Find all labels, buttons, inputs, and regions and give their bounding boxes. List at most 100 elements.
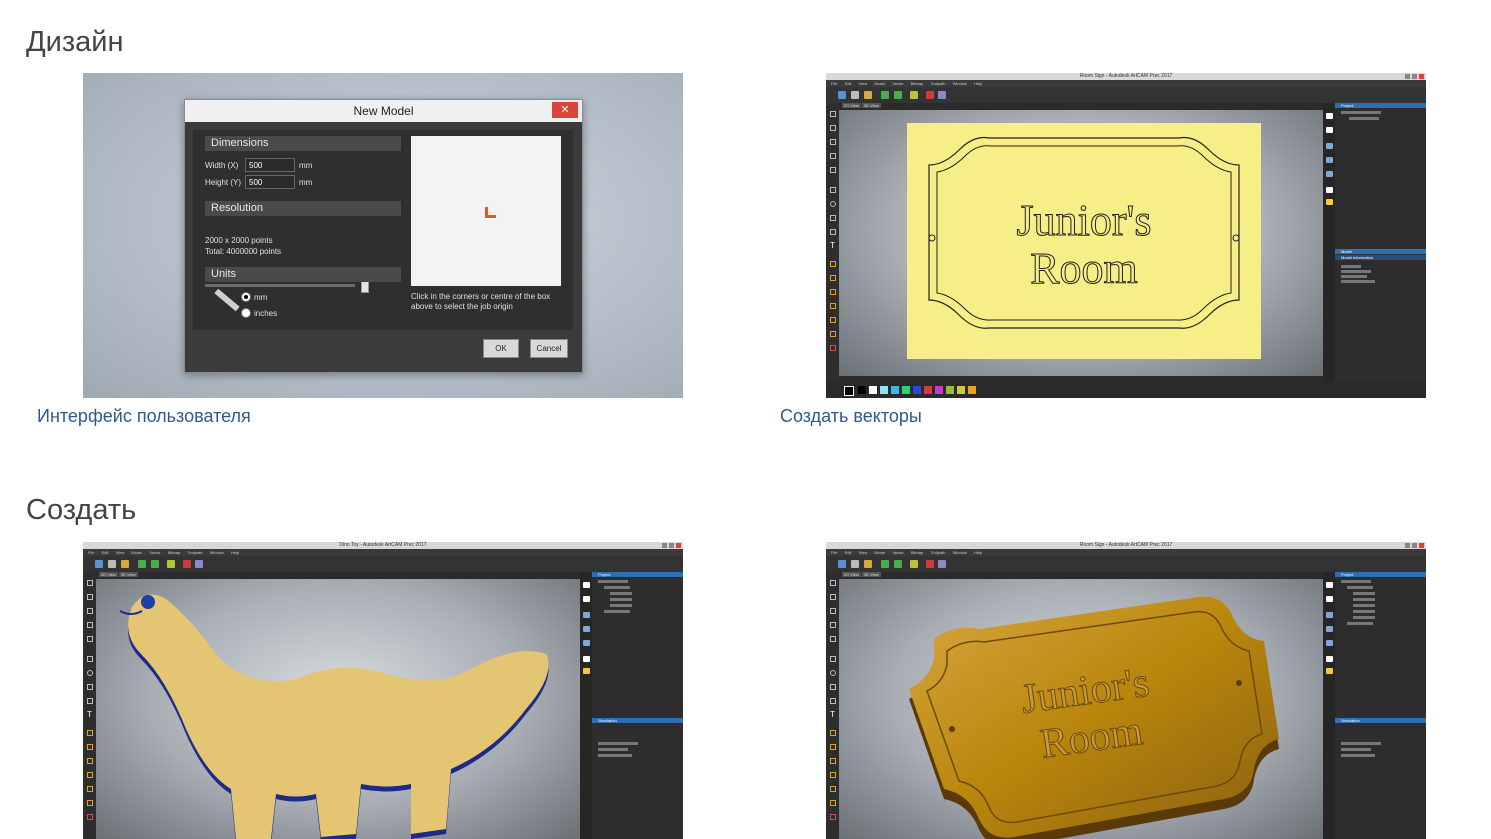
save-icon[interactable]	[838, 91, 846, 99]
zoom-icon[interactable]	[1326, 596, 1333, 602]
delete-tool-icon[interactable]	[830, 345, 836, 351]
node-tool-icon[interactable]	[87, 594, 93, 600]
offset-tool-icon[interactable]	[830, 261, 836, 267]
width-input[interactable]: 500	[245, 158, 295, 172]
menu-vector[interactable]: Vector	[892, 81, 903, 86]
tree-item[interactable]	[1353, 616, 1375, 619]
caption-create-vectors[interactable]: Создать векторы	[780, 406, 922, 427]
shade-icon[interactable]	[1326, 157, 1333, 163]
text-icon[interactable]	[926, 560, 934, 568]
tree-item[interactable]	[598, 580, 628, 583]
menu-file[interactable]: File	[831, 81, 837, 86]
thumbnail-dino-toy[interactable]: Dino Toy - Autodesk ArtCAM Prec 2017 Fil…	[83, 542, 683, 839]
tree-item[interactable]	[1347, 622, 1373, 625]
sim-option[interactable]	[598, 742, 638, 745]
bezier-tool-icon[interactable]	[830, 622, 836, 628]
menu-model[interactable]: Model	[874, 81, 885, 86]
tab-3d-view[interactable]: 3D View	[861, 572, 881, 577]
cancel-button[interactable]: Cancel	[530, 339, 568, 358]
layers-icon[interactable]	[1326, 113, 1333, 119]
offset-tool-icon[interactable]	[87, 730, 93, 736]
rectangle-tool-icon[interactable]	[830, 656, 836, 662]
tree-item[interactable]	[610, 598, 632, 601]
menu-toolpath[interactable]: Toolpath	[930, 81, 945, 86]
menu-model[interactable]: Model	[874, 550, 885, 555]
sim-option[interactable]	[1341, 754, 1375, 757]
menu-edit[interactable]: Edit	[845, 550, 852, 555]
fillet-tool-icon[interactable]	[830, 786, 836, 792]
weld-tool-icon[interactable]	[87, 744, 93, 750]
select-tool-icon[interactable]	[830, 580, 836, 586]
material-icon[interactable]	[1326, 199, 1333, 205]
save-icon[interactable]	[838, 560, 846, 568]
mirror-tool-icon[interactable]	[830, 331, 836, 337]
tree-item[interactable]	[1353, 604, 1375, 607]
circle-tool-icon[interactable]	[87, 670, 93, 676]
swatch[interactable]	[858, 386, 866, 394]
menu-window[interactable]: Window	[210, 550, 224, 555]
sim-option[interactable]	[598, 748, 628, 751]
sim-option[interactable]	[598, 754, 632, 757]
text-tool-icon[interactable]: T	[830, 242, 836, 250]
circle-tool-icon[interactable]	[830, 201, 836, 207]
shape-tool-icon[interactable]	[830, 636, 836, 642]
material-icon[interactable]	[1326, 668, 1333, 674]
menu-bitmap[interactable]: Bitmap	[168, 550, 180, 555]
bezier-tool-icon[interactable]	[87, 622, 93, 628]
thumbnail-user-interface[interactable]: New Model ✕ Dimensions Width (X) 500 mm …	[83, 73, 683, 398]
tree-item[interactable]	[1353, 592, 1375, 595]
menu-window[interactable]: Window	[953, 81, 967, 86]
menu-edit[interactable]: Edit	[845, 81, 852, 86]
tree-item[interactable]	[1353, 610, 1375, 613]
mirror-tool-icon[interactable]	[830, 800, 836, 806]
add-square-icon[interactable]	[151, 560, 159, 568]
circle-tool-icon[interactable]	[830, 670, 836, 676]
mirror-tool-icon[interactable]	[87, 800, 93, 806]
menu-view[interactable]: View	[859, 81, 868, 86]
menu-window[interactable]: Window	[953, 550, 967, 555]
tree-item[interactable]	[1341, 111, 1381, 114]
trim-tool-icon[interactable]	[87, 758, 93, 764]
pen-tool-icon[interactable]	[830, 608, 836, 614]
copy-icon[interactable]	[1326, 656, 1333, 662]
viewport-3d[interactable]: Junior's Room	[839, 579, 1323, 839]
join-tool-icon[interactable]	[830, 772, 836, 778]
arc-tool-icon[interactable]	[830, 698, 836, 704]
height-input[interactable]: 500	[245, 175, 295, 189]
tab-2d-view[interactable]: 2D View	[842, 572, 861, 577]
node-tool-icon[interactable]	[830, 594, 836, 600]
check-icon[interactable]	[910, 91, 918, 99]
origin-preview-box[interactable]	[411, 136, 561, 286]
fillet-tool-icon[interactable]	[830, 317, 836, 323]
wireframe-icon[interactable]	[1326, 171, 1333, 177]
pen-tool-icon[interactable]	[830, 139, 836, 145]
undo-icon[interactable]	[851, 91, 859, 99]
text-tool-icon[interactable]: T	[87, 711, 93, 719]
select-tool-icon[interactable]	[87, 580, 93, 586]
weld-tool-icon[interactable]	[830, 744, 836, 750]
tab-3d-view[interactable]: 3D View	[118, 572, 138, 577]
relief-icon[interactable]	[583, 612, 590, 618]
menu-bitmap[interactable]: Bitmap	[911, 81, 923, 86]
viewport-3d[interactable]	[96, 579, 580, 839]
tab-2d-view[interactable]: 2D View	[99, 572, 118, 577]
text-icon[interactable]	[926, 91, 934, 99]
add-icon[interactable]	[138, 560, 146, 568]
tab-3d-view[interactable]: 3D View	[861, 103, 881, 108]
open-icon[interactable]	[864, 560, 872, 568]
menu-help[interactable]: Help	[974, 81, 982, 86]
tree-item[interactable]	[610, 592, 632, 595]
menu-help[interactable]: Help	[231, 550, 239, 555]
menu-vector[interactable]: Vector	[149, 550, 160, 555]
check-icon[interactable]	[910, 560, 918, 568]
trim-tool-icon[interactable]	[830, 758, 836, 764]
relief-icon[interactable]	[1326, 143, 1333, 149]
swatch[interactable]	[957, 386, 965, 394]
open-icon[interactable]	[121, 560, 129, 568]
node-tool-icon[interactable]	[830, 125, 836, 131]
delete-tool-icon[interactable]	[87, 814, 93, 820]
undo-icon[interactable]	[851, 560, 859, 568]
menu-toolpath[interactable]: Toolpath	[930, 550, 945, 555]
undo-icon[interactable]	[108, 560, 116, 568]
zoom-icon[interactable]	[583, 596, 590, 602]
